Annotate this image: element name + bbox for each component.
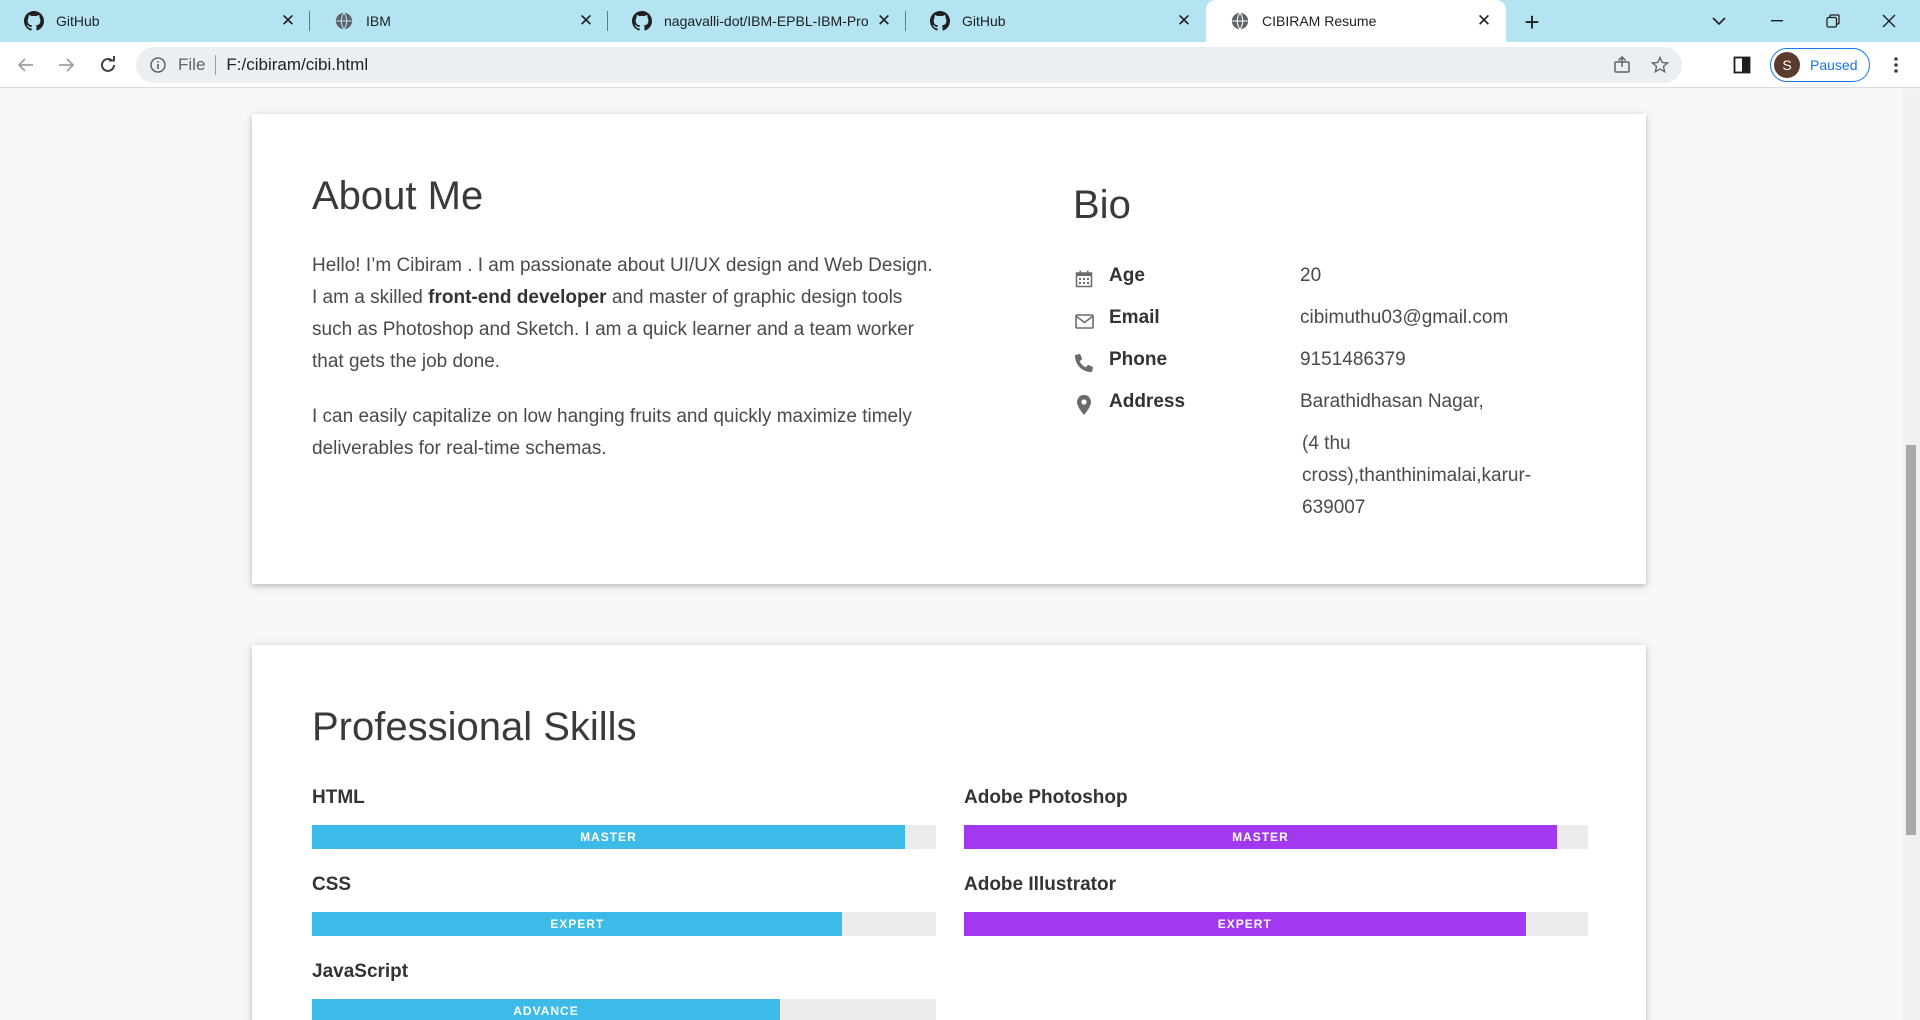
github-icon xyxy=(632,11,652,31)
url-text[interactable]: F:/cibiram/cibi.html xyxy=(226,55,1606,75)
skill-bar: MASTER xyxy=(312,825,936,849)
page-scrollbar[interactable] xyxy=(1902,89,1920,1020)
skill-photoshop: Adobe Photoshop MASTER xyxy=(964,787,1588,849)
reload-button[interactable] xyxy=(92,49,124,81)
tab-github-1[interactable]: GitHub ✕ xyxy=(0,0,310,42)
info-icon[interactable] xyxy=(148,55,168,75)
about-highlight: front-end developer xyxy=(428,287,607,308)
skill-bar-fill: MASTER xyxy=(312,825,905,849)
bio-label: Phone xyxy=(1109,349,1168,370)
map-marker-icon xyxy=(1073,394,1095,416)
bio-row-phone: Phone 9151486379 xyxy=(1073,349,1593,379)
more-vert-icon xyxy=(1894,57,1898,73)
skill-bar: EXPERT xyxy=(964,912,1588,936)
close-icon[interactable]: ✕ xyxy=(278,11,298,31)
close-icon[interactable]: ✕ xyxy=(874,11,894,31)
phone-icon xyxy=(1073,352,1095,374)
calendar-icon xyxy=(1073,268,1095,290)
skill-name: Adobe Photoshop xyxy=(964,787,1128,808)
tab-title: nagavalli-dot/IBM-EPBL-IBM-Pro xyxy=(664,13,869,29)
divider xyxy=(215,55,217,75)
close-icon[interactable]: ✕ xyxy=(576,11,596,31)
restore-icon xyxy=(1826,14,1840,28)
close-icon[interactable]: ✕ xyxy=(1474,11,1494,31)
tab-github-2[interactable]: GitHub ✕ xyxy=(906,0,1206,42)
skill-css: CSS EXPERT xyxy=(312,874,936,936)
url-scheme: File xyxy=(178,55,206,74)
globe-icon xyxy=(334,11,354,31)
skill-html: HTML MASTER xyxy=(312,787,936,849)
chevron-down-icon xyxy=(1712,17,1726,26)
about-paragraph-2: I can easily capitalize on low hanging f… xyxy=(312,406,912,459)
github-icon xyxy=(24,11,44,31)
address-detail: (4 thu cross),thanthinimalai,karur-63900… xyxy=(1302,433,1532,518)
bio-label: Email xyxy=(1109,307,1160,328)
browser-toolbar: File F:/cibiram/cibi.html S Paused xyxy=(0,42,1920,88)
skill-name: JavaScript xyxy=(312,961,409,982)
share-icon[interactable] xyxy=(1606,49,1638,81)
globe-icon xyxy=(1230,11,1250,31)
skill-bar-fill: ADVANCE xyxy=(312,999,780,1020)
skill-javascript: JavaScript ADVANCE xyxy=(312,961,936,1020)
bio-row-email: Email cibimuthu03@gmail.com xyxy=(1073,307,1593,337)
tab-title: GitHub xyxy=(962,13,1006,29)
tab-search-button[interactable] xyxy=(1694,0,1744,42)
skills-title: Professional Skills xyxy=(312,705,637,749)
new-tab-button[interactable]: + xyxy=(1516,6,1548,38)
avatar: S xyxy=(1774,52,1800,78)
arrow-left-icon xyxy=(17,58,33,72)
bio-title: Bio xyxy=(1073,183,1131,227)
bio-value: 20 xyxy=(1300,265,1322,286)
bio-value: 9151486379 xyxy=(1300,349,1406,370)
skill-name: CSS xyxy=(312,874,352,895)
reload-icon xyxy=(101,56,115,72)
bio-row-address: Address Barathidhasan Nagar, xyxy=(1073,391,1593,421)
skill-bar: EXPERT xyxy=(312,912,936,936)
minimize-button[interactable] xyxy=(1752,0,1802,42)
skill-bar: ADVANCE xyxy=(312,999,936,1020)
scrollbar-thumb[interactable] xyxy=(1906,445,1916,835)
bio-label: Age xyxy=(1109,265,1145,286)
skill-bar: MASTER xyxy=(964,825,1588,849)
close-icon xyxy=(1882,14,1896,28)
bio-label: Address xyxy=(1109,391,1186,412)
profile-button[interactable]: S Paused xyxy=(1770,48,1870,82)
side-panel-icon[interactable] xyxy=(1730,53,1754,77)
profile-status: Paused xyxy=(1810,57,1858,73)
about-title: About Me xyxy=(312,174,484,218)
skills-card: Professional Skills HTML MASTER CSS EXPE… xyxy=(252,645,1646,1020)
tab-ibm[interactable]: IBM ✕ xyxy=(310,0,608,42)
minimize-icon xyxy=(1771,20,1783,22)
arrow-right-icon xyxy=(59,58,75,72)
restore-button[interactable] xyxy=(1808,0,1858,42)
close-window-button[interactable] xyxy=(1864,0,1914,42)
bio-row-age: Age 20 xyxy=(1073,265,1593,295)
about-card: About Me Hello! I’m Cibiram . I am passi… xyxy=(252,114,1646,584)
forward-button[interactable] xyxy=(50,49,82,81)
skill-bar-fill: MASTER xyxy=(964,825,1557,849)
about-paragraph-1: Hello! I’m Cibiram . I am passionate abo… xyxy=(312,255,933,372)
github-icon xyxy=(930,11,950,31)
skill-bar-fill: EXPERT xyxy=(964,912,1526,936)
bio-value: cibimuthu03@gmail.com xyxy=(1300,307,1509,328)
bio-value: Barathidhasan Nagar, xyxy=(1300,391,1484,412)
tab-title: GitHub xyxy=(56,13,100,29)
skill-name: Adobe Illustrator xyxy=(964,874,1117,895)
skill-name: HTML xyxy=(312,787,365,808)
tab-title: CIBIRAM Resume xyxy=(1262,13,1377,29)
tab-cibiram-resume[interactable]: CIBIRAM Resume ✕ xyxy=(1206,0,1506,42)
close-icon[interactable]: ✕ xyxy=(1174,11,1194,31)
back-button[interactable] xyxy=(10,49,42,81)
tab-strip: GitHub ✕ IBM ✕ nagavalli-dot/IBM-EPBL-IB… xyxy=(0,0,1920,42)
address-bar[interactable]: File F:/cibiram/cibi.html xyxy=(136,47,1682,83)
tab-title: IBM xyxy=(366,13,391,29)
skill-bar-fill: EXPERT xyxy=(312,912,843,936)
tab-nagavalli-repo[interactable]: nagavalli-dot/IBM-EPBL-IBM-Pro ✕ xyxy=(608,0,906,42)
skill-illustrator: Adobe Illustrator EXPERT xyxy=(964,874,1588,936)
page-viewport: About Me Hello! I’m Cibiram . I am passi… xyxy=(0,89,1902,1020)
envelope-icon xyxy=(1073,310,1095,332)
menu-button[interactable] xyxy=(1880,49,1912,81)
star-icon[interactable] xyxy=(1644,49,1676,81)
